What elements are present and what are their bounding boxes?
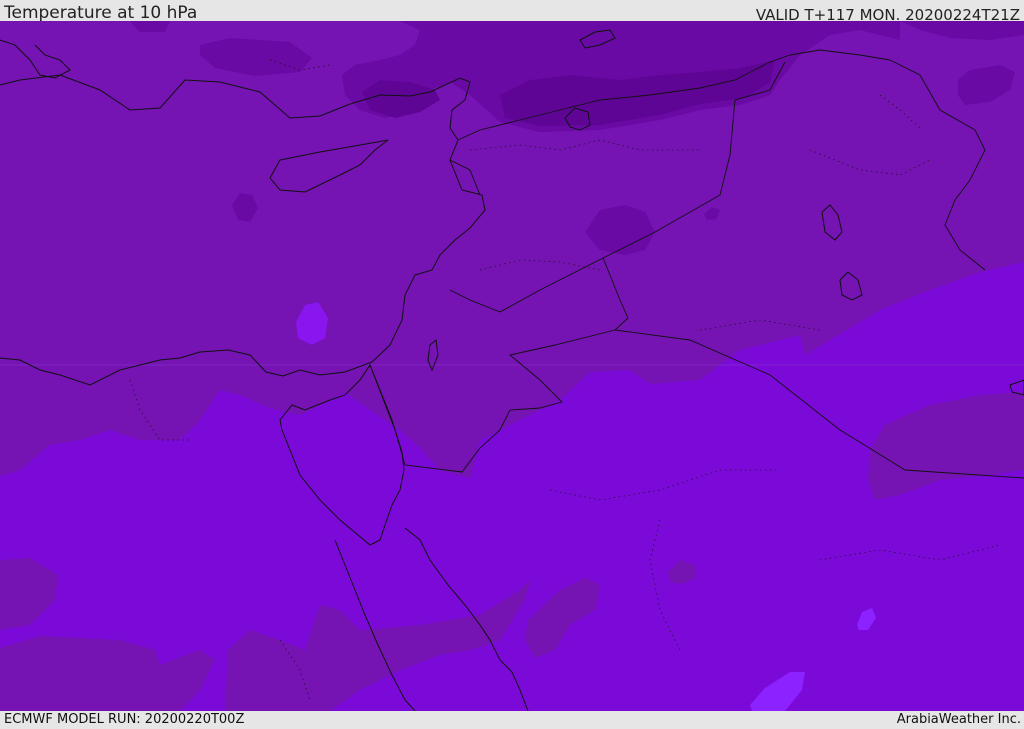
footer-bar: ECMWF MODEL RUN: 20200220T00Z ArabiaWeat… [0, 711, 1024, 729]
map-title: Temperature at 10 hPa [4, 3, 198, 21]
credit-label: ArabiaWeather Inc. [896, 712, 1021, 727]
temperature-map[interactable] [0, 21, 1024, 711]
valid-time-label: VALID T+117 MON. 20200224T21Z [755, 6, 1020, 21]
header-bar: Temperature at 10 hPa VALID T+117 MON. 2… [0, 0, 1024, 21]
model-run-label: ECMWF MODEL RUN: 20200220T00Z [4, 712, 245, 727]
map-canvas [0, 21, 1024, 711]
